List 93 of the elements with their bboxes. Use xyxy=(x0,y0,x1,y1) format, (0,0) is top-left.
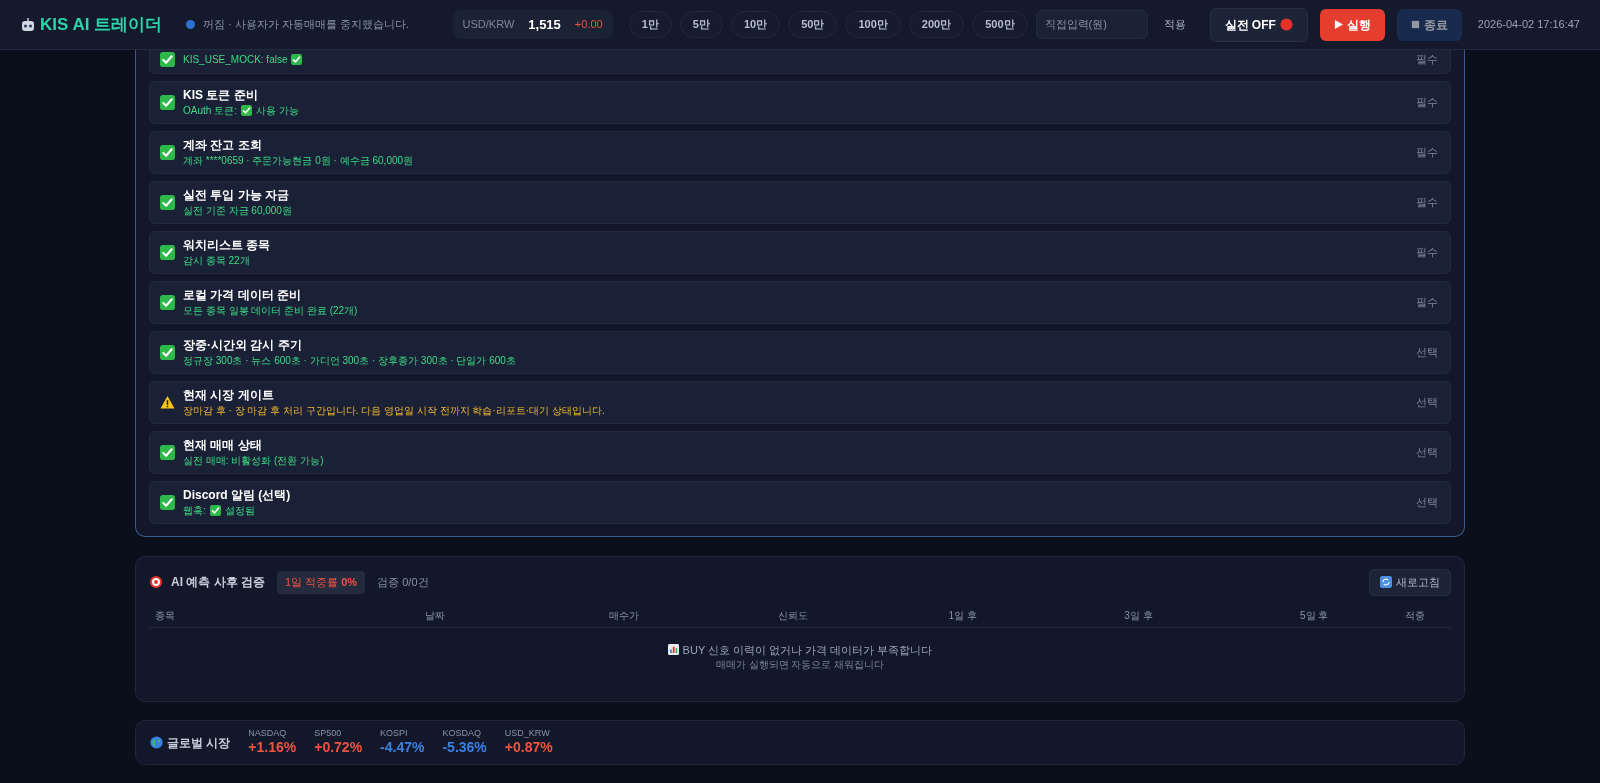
check-icon xyxy=(160,245,175,260)
section-title: 글로벌 시장 xyxy=(167,734,231,752)
requirement-tag: 필수 xyxy=(1416,94,1438,111)
status-text: 꺼짐 · 사용자가 자동매매를 중지했습니다. xyxy=(203,17,410,33)
empty-hint: 매매가 실행되면 자동으로 채워집니다 xyxy=(716,658,884,672)
item-title: Discord 알림 (선택) xyxy=(183,487,292,504)
item-title: KIS 토큰 준비 xyxy=(183,87,259,104)
refresh-icon xyxy=(1380,576,1392,589)
column-header: 적중 xyxy=(1398,603,1451,627)
app-title: KIS AI 트레이더 xyxy=(40,13,163,36)
check-icon xyxy=(160,345,175,360)
live-toggle-button[interactable]: 실전 OFF xyxy=(1209,7,1308,42)
stop-icon xyxy=(1410,20,1420,29)
robot-icon xyxy=(20,16,36,33)
item-detail: 설정됨 xyxy=(224,503,255,518)
amount-button[interactable]: 1만 xyxy=(628,11,672,38)
warning-icon xyxy=(160,395,175,410)
market-change: +0.72% xyxy=(314,739,363,756)
item-detail: 장마감 후 · 장 마감 후 처리 구간입니다. 다음 영업일 시작 전까지 학습·리포트·대기 상태입니다. xyxy=(183,403,605,418)
item-title: 장중·시간외 감시 주기 xyxy=(183,337,303,354)
amount-button[interactable]: 200만 xyxy=(908,11,965,38)
market-label: KOSPI xyxy=(380,729,409,740)
market-label: KOSDAQ xyxy=(442,729,482,740)
check-icon xyxy=(160,52,175,67)
market-label: NASDAQ xyxy=(248,729,288,740)
item-detail: 웹훅: xyxy=(183,503,206,518)
check-icon xyxy=(160,95,175,110)
item-detail: 정규장 300초 · 뉴스 600초 · 가디언 300초 · 장후종가 300초 · 단일가 600초 xyxy=(183,353,516,368)
check-icon xyxy=(160,445,175,460)
check-icon xyxy=(291,54,303,65)
requirement-tag: 필수 xyxy=(1416,294,1438,311)
column-header: 신뢰도 xyxy=(708,603,879,627)
requirement-tag: 필수 xyxy=(1416,194,1438,211)
item-detail: 사용 가능 xyxy=(255,103,299,118)
requirement-tag: 선택 xyxy=(1416,444,1438,461)
rate-change: +0.00 xyxy=(574,17,603,33)
rate-value: 1,515 xyxy=(528,15,561,34)
item-detail: OAuth 토큰: xyxy=(183,103,237,118)
empty-message: BUY 신호 이력이 없거나 가격 데이터가 부족합니다 xyxy=(682,642,933,658)
column-header: 3일 후 xyxy=(1047,603,1230,627)
market-change: +0.87% xyxy=(504,739,553,756)
check-icon xyxy=(160,145,175,160)
column-header: 종목 xyxy=(149,603,332,627)
globe-icon xyxy=(150,736,163,750)
item-detail: 실전 매매: 비활성화 (전환 가능) xyxy=(183,453,324,468)
item-title: 계좌 잔고 조회 xyxy=(183,137,263,154)
item-detail: 감시 종목 22개 xyxy=(183,253,250,268)
amount-button[interactable]: 10만 xyxy=(730,11,781,38)
check-icon xyxy=(240,104,252,116)
item-detail: 계좌 ****0659 · 주문가능현금 0원 · 예수금 60,000원 xyxy=(183,153,414,168)
item-title: 현재 매매 상태 xyxy=(183,437,263,454)
item-title: 로컬 가격 데이터 준비 xyxy=(183,287,302,304)
hit-rate-badge: 1일 적중률 0% xyxy=(277,571,366,594)
rate-label: USD/KRW xyxy=(462,17,515,33)
market-change: -4.47% xyxy=(380,739,425,756)
requirement-tag: 필수 xyxy=(1416,244,1438,261)
market-label: SP500 xyxy=(314,729,343,740)
target-icon xyxy=(149,575,163,590)
section-title: AI 예측 사후 검증 xyxy=(171,574,265,592)
requirement-tag: 필수 xyxy=(1416,51,1438,68)
column-header: 5일 후 xyxy=(1229,603,1399,627)
item-title: 실전 투입 가능 자금 xyxy=(183,187,290,204)
run-button[interactable]: 실행 xyxy=(1319,8,1385,41)
column-header: 날짜 xyxy=(331,603,540,627)
column-header: 1일 후 xyxy=(878,603,1048,627)
amount-button[interactable]: 5만 xyxy=(679,11,723,38)
requirement-tag: 필수 xyxy=(1416,144,1438,161)
amount-button[interactable]: 100만 xyxy=(845,11,901,38)
market-change: +1.16% xyxy=(248,739,297,756)
market-label: USD_KRW xyxy=(504,729,551,740)
amount-input[interactable]: 직접입력(원) xyxy=(1035,10,1148,39)
amount-button[interactable]: 500만 xyxy=(972,11,1028,38)
verification-count: 검증 0/0건 xyxy=(377,575,429,590)
requirement-tag: 선택 xyxy=(1416,494,1438,511)
play-icon xyxy=(1333,20,1343,29)
item-title: 워치리스트 종목 xyxy=(183,237,272,254)
check-icon xyxy=(160,195,175,210)
refresh-button[interactable]: 새로고침 xyxy=(1369,569,1451,596)
bar-chart-icon xyxy=(667,644,679,656)
amount-button[interactable]: 50만 xyxy=(788,11,838,38)
item-detail: KIS_USE_MOCK: false xyxy=(183,52,288,67)
market-change: -5.36% xyxy=(442,739,487,756)
item-detail: 모든 종목 일봉 데이터 준비 완료 (22개) xyxy=(183,303,358,318)
column-header: 매수가 xyxy=(539,603,709,627)
item-title: 현재 시장 게이트 xyxy=(183,387,275,404)
requirement-tag: 선택 xyxy=(1416,344,1438,361)
check-icon xyxy=(160,295,175,310)
check-icon xyxy=(160,495,175,510)
datetime-text: 2026-04-02 17:16:47 xyxy=(1477,17,1580,33)
requirement-tag: 선택 xyxy=(1416,394,1438,411)
apply-button[interactable]: 적용 xyxy=(1155,12,1194,37)
item-detail: 실전 기준 자금 60,000원 xyxy=(183,203,292,218)
check-icon xyxy=(209,504,221,516)
